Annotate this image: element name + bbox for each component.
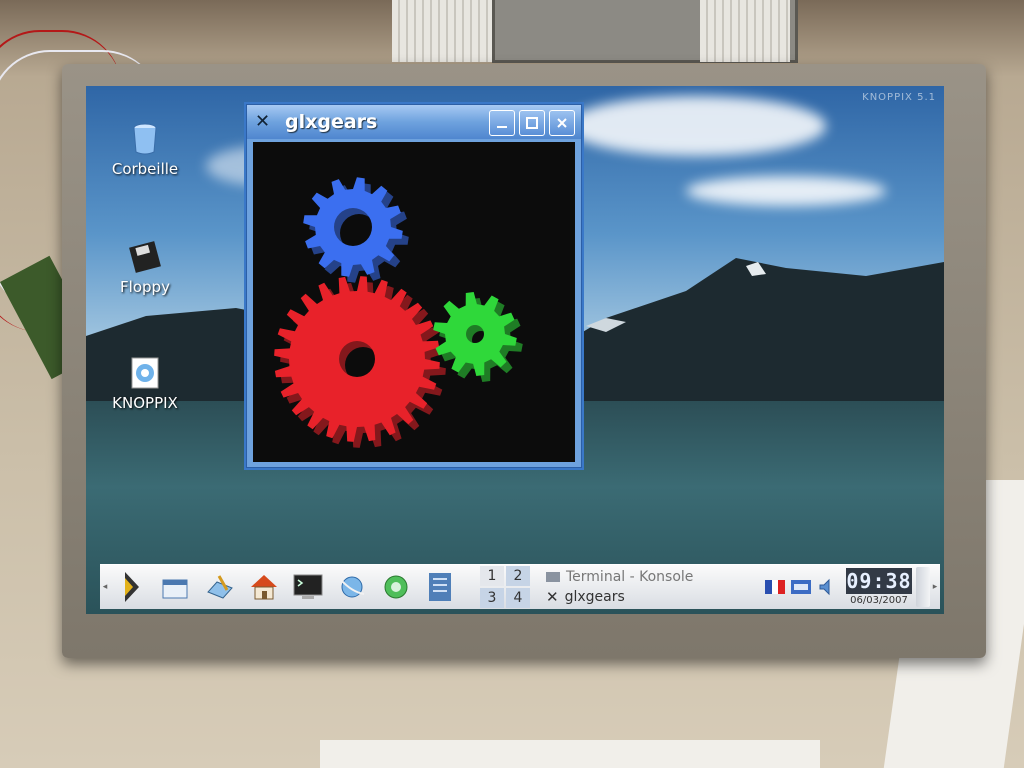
language-flag-icon[interactable] [764,578,786,596]
red-gear [274,276,446,448]
window-titlebar[interactable]: ✕ glxgears [247,105,581,139]
window-list-icon [162,579,188,599]
task-label: Terminal - Konsole [566,569,694,585]
knoppix-icon [128,356,162,390]
clock[interactable]: 09:38 06/03/2007 [846,568,912,606]
window-title: glxgears [285,111,378,133]
desktop-icon-label: Corbeille [111,160,179,178]
ribbon-cable [392,0,502,62]
editor-icon [207,575,233,599]
task-glxgears[interactable]: ✕ glxgears [546,587,756,607]
kmenu-button[interactable] [114,569,150,605]
network-icon [384,575,408,599]
pager-desktop-1[interactable]: 1 [480,566,504,586]
desktop-pager: 1 2 3 4 [480,566,530,608]
desktop-icon-knoppix[interactable]: KNOPPIX [100,356,190,412]
ribbon-cable [700,0,790,62]
taskbar-handle[interactable] [916,567,930,607]
maximize-button[interactable] [519,110,545,136]
terminal-icon [293,574,323,599]
terminal-small-icon [546,572,560,582]
pager-desktop-2[interactable]: 2 [506,566,530,586]
taskbar-expand-arrow[interactable]: ▸ [930,567,940,607]
konqueror-icon [429,573,451,601]
x-icon[interactable]: ✕ [255,112,275,132]
desktop-icon-floppy[interactable]: Floppy [100,240,190,296]
close-button[interactable] [549,110,575,136]
system-tray [764,578,838,596]
clock-date: 06/03/2007 [850,595,908,606]
gl-canvas[interactable] [253,142,575,462]
maximize-icon [526,117,538,129]
task-label: glxgears [564,589,625,605]
window-list-button[interactable] [158,569,194,605]
gears-render [274,177,523,448]
home-icon [251,575,277,600]
network-button[interactable] [378,569,414,605]
minimize-button[interactable] [489,110,515,136]
desktop-icon-label: KNOPPIX [112,394,178,412]
browser-icon [340,576,365,598]
desktop-icon-trash[interactable]: Corbeille [100,122,190,178]
desktop-icon-label: Floppy [120,278,170,296]
task-list: Terminal - Konsole ✕ glxgears [546,567,756,607]
terminal-button[interactable] [290,569,326,605]
trash-icon [128,122,162,156]
taskbar-collapse-arrow[interactable]: ◂ [100,567,110,607]
glxgears-window[interactable]: ✕ glxgears [246,104,582,468]
home-button[interactable] [246,569,282,605]
gear-face [433,292,517,376]
browser-button[interactable] [334,569,370,605]
screen: KNOPPIX 5.1 Corbeille Floppy KNOPPIX ✕ g… [86,86,944,614]
floppy-icon [128,240,162,274]
blue-gear [303,177,409,283]
volume-icon[interactable] [816,578,838,596]
kmenu-icon [125,572,139,602]
taskbar: ◂ 1 2 3 4 Terminal - Konsole ✕ glxgears … [100,564,940,609]
konqueror-button[interactable] [422,569,458,605]
paper-sheet [320,740,820,768]
green-gear [433,292,523,382]
task-terminal[interactable]: Terminal - Konsole [546,567,756,587]
pager-desktop-3[interactable]: 3 [480,588,504,608]
x-icon: ✕ [546,588,559,606]
pager-desktop-4[interactable]: 4 [506,588,530,608]
clock-time: 09:38 [846,568,912,594]
keyboard-icon[interactable] [790,578,812,596]
editor-button[interactable] [202,569,238,605]
wallpaper-watermark: KNOPPIX 5.1 [862,92,936,103]
close-icon [557,118,567,128]
minimize-icon [497,126,507,128]
